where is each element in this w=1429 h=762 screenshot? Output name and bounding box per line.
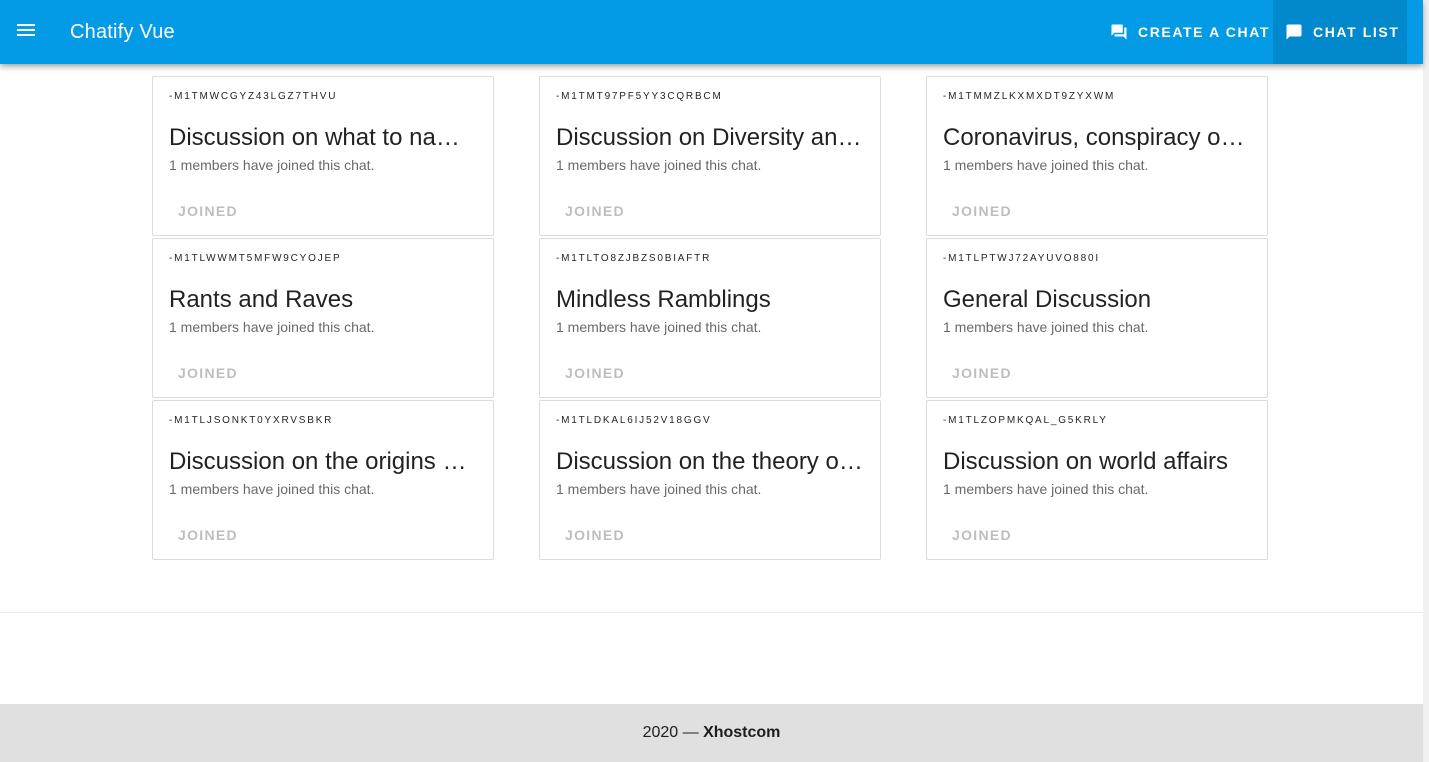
chat-members-text: 1 members have joined this chat.	[556, 157, 762, 173]
chat-id: -M1TLZOPMKQAL_G5KRLY	[943, 415, 1108, 426]
chat-id: -M1TLDKAL6IJ52V18GGV	[556, 415, 712, 426]
chat-card: -M1TLPTWJ72AYUVO880I General Discussion …	[926, 238, 1268, 398]
chat-members-text: 1 members have joined this chat.	[556, 481, 762, 497]
chat-title: Mindless Ramblings	[556, 286, 771, 313]
footer: 2020 — Xhostcom	[0, 704, 1423, 762]
menu-icon	[14, 18, 38, 47]
forum-icon	[1110, 23, 1128, 41]
chat-card: -M1TLWWMT5MFW9CYOJEP Rants and Raves 1 m…	[152, 238, 494, 398]
chat-list-label: CHAT LIST	[1313, 24, 1400, 40]
joined-button[interactable]: JOINED	[548, 197, 642, 225]
app-bar: Chatify Vue CREATE A CHAT CHAT LIST	[0, 0, 1423, 64]
chat-id: -M1TLTO8ZJBZS0BIAFTR	[556, 253, 712, 264]
chat-members-text: 1 members have joined this chat.	[169, 157, 375, 173]
chat-title: Discussion on world affairs	[943, 448, 1229, 475]
chat-card: -M1TLJSONKT0YXRVSBKR Discussion on the o…	[152, 400, 494, 560]
footer-brand: Xhostcom	[703, 724, 781, 741]
chat-card: -M1TMMZLKXMXDT9ZYXWM Coronavirus, conspi…	[926, 76, 1268, 236]
joined-button[interactable]: JOINED	[161, 521, 255, 549]
chat-title: Discussion on the origins o…	[169, 448, 477, 475]
footer-year: 2020 —	[642, 724, 704, 741]
chat-members-text: 1 members have joined this chat.	[169, 481, 375, 497]
chat-title: Coronavirus, conspiracy or …	[943, 124, 1251, 151]
chat-id: -M1TMMZLKXMXDT9ZYXWM	[943, 91, 1116, 102]
chat-list-button[interactable]: CHAT LIST	[1273, 0, 1407, 64]
chat-title: Discussion on the theory of…	[556, 448, 864, 475]
joined-button[interactable]: JOINED	[935, 521, 1029, 549]
chat-id: -M1TLJSONKT0YXRVSBKR	[169, 415, 334, 426]
chat-members-text: 1 members have joined this chat.	[169, 319, 375, 335]
chat-card: -M1TMWCGYZ43LGZ7THVU Discussion on what …	[152, 76, 494, 236]
page-scrollbar[interactable]	[1423, 0, 1429, 762]
chat-id: -M1TMT97PF5YY3CQRBCM	[556, 91, 723, 102]
chat-title: General Discussion	[943, 286, 1152, 313]
chat-title: Discussion on what to name…	[169, 124, 477, 151]
chat-card: -M1TLTO8ZJBZS0BIAFTR Mindless Ramblings …	[539, 238, 881, 398]
joined-button[interactable]: JOINED	[935, 359, 1029, 387]
chat-card: -M1TLZOPMKQAL_G5KRLY Discussion on world…	[926, 400, 1268, 560]
chat-title: Rants and Raves	[169, 286, 354, 313]
chat-card: -M1TMT97PF5YY3CQRBCM Discussion on Diver…	[539, 76, 881, 236]
menu-button[interactable]	[4, 8, 48, 56]
chat-card: -M1TLDKAL6IJ52V18GGV Discussion on the t…	[539, 400, 881, 560]
create-chat-label: CREATE A CHAT	[1138, 24, 1271, 40]
chat-bubble-icon	[1285, 23, 1303, 41]
joined-button[interactable]: JOINED	[548, 359, 642, 387]
joined-button[interactable]: JOINED	[935, 197, 1029, 225]
chat-title: Discussion on Diversity and…	[556, 124, 864, 151]
joined-button[interactable]: JOINED	[161, 359, 255, 387]
chat-members-text: 1 members have joined this chat.	[943, 157, 1149, 173]
app-root: Chatify Vue CREATE A CHAT CHAT LIST -M1T…	[0, 0, 1423, 762]
chat-members-text: 1 members have joined this chat.	[943, 319, 1149, 335]
chat-members-text: 1 members have joined this chat.	[556, 319, 762, 335]
content-divider	[0, 612, 1423, 613]
chat-id: -M1TLPTWJ72AYUVO880I	[943, 253, 1100, 264]
joined-button[interactable]: JOINED	[161, 197, 255, 225]
chat-id: -M1TMWCGYZ43LGZ7THVU	[169, 91, 338, 102]
chat-members-text: 1 members have joined this chat.	[943, 481, 1149, 497]
create-chat-button[interactable]: CREATE A CHAT	[1096, 0, 1272, 64]
chat-id: -M1TLWWMT5MFW9CYOJEP	[169, 253, 342, 264]
joined-button[interactable]: JOINED	[548, 521, 642, 549]
app-title: Chatify Vue	[70, 21, 175, 43]
